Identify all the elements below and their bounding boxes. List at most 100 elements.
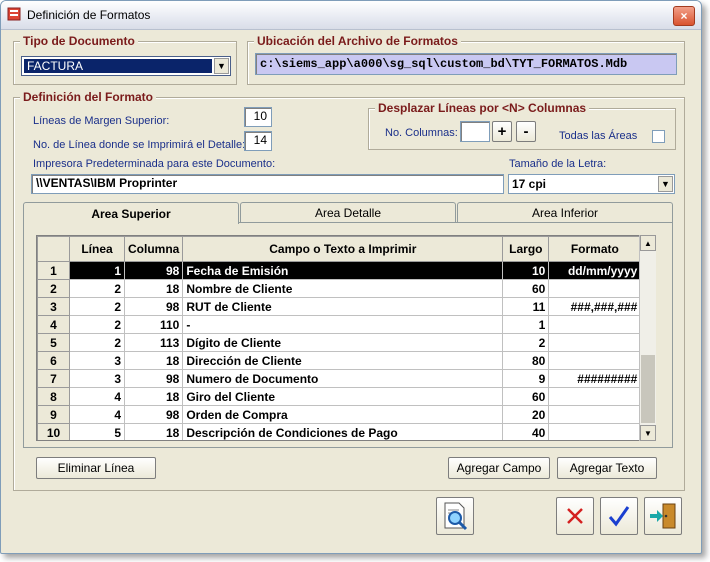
table-row[interactable]: 2 2 18 Nombre de Cliente 60 [37,279,642,298]
cell-campo[interactable]: Dirección de Cliente [182,351,504,370]
cell-linea[interactable]: 1 [69,261,125,280]
header-largo[interactable]: Largo [502,236,550,262]
eliminar-linea-button[interactable]: Eliminar Línea [36,457,156,479]
row-header[interactable]: 8 [37,387,70,406]
cell-formato[interactable] [548,405,642,424]
cell-campo[interactable]: RUT de Cliente [182,297,504,316]
row-header[interactable]: 1 [37,261,70,280]
cell-formato[interactable] [548,315,642,334]
cell-linea[interactable]: 2 [69,297,125,316]
cell-linea[interactable]: 2 [69,279,125,298]
table-row[interactable]: 7 3 98 Numero de Documento 9 ######### [37,369,642,388]
row-header[interactable]: 10 [37,423,70,440]
grid-scrollbar[interactable]: ▲ ▼ [639,235,656,441]
cell-largo[interactable]: 60 [502,279,550,298]
cell-campo[interactable]: Descripción de Condiciones de Pago [182,423,504,440]
cell-largo[interactable]: 9 [502,369,550,388]
minus-button[interactable]: - [516,121,536,142]
cell-columna[interactable]: 98 [123,261,184,280]
cell-columna[interactable]: 113 [123,333,184,352]
cell-columna[interactable]: 18 [123,351,184,370]
cell-formato[interactable]: dd/mm/yyyy [548,261,642,280]
cell-campo[interactable]: Nombre de Cliente [182,279,504,298]
row-header[interactable]: 3 [37,297,70,316]
cell-campo[interactable]: Dígito de Cliente [182,333,504,352]
plus-button[interactable]: + [492,121,512,142]
todas-areas-checkbox[interactable] [652,130,665,143]
preview-button[interactable] [436,497,474,535]
formato-grid[interactable]: Línea Columna Campo o Texto a Imprimir L… [36,235,656,441]
cell-largo[interactable]: 11 [502,297,550,316]
table-row[interactable]: 5 2 113 Dígito de Cliente 2 [37,333,642,352]
scroll-thumb[interactable] [641,355,655,423]
accept-button[interactable] [600,497,638,535]
exit-button[interactable] [644,497,682,535]
columnas-input[interactable] [460,121,490,142]
row-header[interactable]: 7 [37,369,70,388]
cell-largo[interactable]: 80 [502,351,550,370]
row-header[interactable]: 6 [37,351,70,370]
row-header[interactable]: 2 [37,279,70,298]
table-row[interactable]: 3 2 98 RUT de Cliente 11 ###,###,### [37,297,642,316]
cell-largo[interactable]: 60 [502,387,550,406]
cell-campo[interactable]: Orden de Compra [182,405,504,424]
cell-campo[interactable]: Numero de Documento [182,369,504,388]
cell-columna[interactable]: 18 [123,279,184,298]
table-row[interactable]: 8 4 18 Giro del Cliente 60 [37,387,642,406]
table-row[interactable]: 10 5 18 Descripción de Condiciones de Pago 4… [37,423,642,440]
detalle-input[interactable]: 14 [244,131,272,151]
cell-linea[interactable]: 4 [69,387,125,406]
chevron-down-icon[interactable]: ▼ [214,58,229,74]
cell-largo[interactable]: 20 [502,405,550,424]
cell-largo[interactable]: 2 [502,333,550,352]
cell-campo[interactable]: Giro del Cliente [182,387,504,406]
close-button[interactable]: × [673,6,695,26]
cell-linea[interactable]: 2 [69,333,125,352]
chevron-down-icon[interactable]: ▼ [658,176,673,192]
cell-formato[interactable]: ######### [548,369,642,388]
cell-largo[interactable]: 10 [502,261,550,280]
agregar-campo-button[interactable]: Agregar Campo [448,457,550,479]
cancel-button[interactable] [556,497,594,535]
cell-columna[interactable]: 98 [123,405,184,424]
agregar-texto-button[interactable]: Agregar Texto [557,457,657,479]
tab-area-inferior[interactable]: Area Inferior [457,202,673,222]
impresora-input[interactable]: \\VENTAS\IBM Proprinter [31,174,504,194]
row-header[interactable]: 5 [37,333,70,352]
table-row[interactable]: 4 2 110-1 [37,315,642,334]
cell-largo[interactable]: 1 [502,315,550,334]
cell-campo[interactable]: Fecha de Emisión [182,261,504,280]
table-row[interactable]: 6 3 18 Dirección de Cliente 80 [37,351,642,370]
table-row[interactable]: 9 4 98 Orden de Compra 20 [37,405,642,424]
header-campo[interactable]: Campo o Texto a Imprimir [182,236,504,262]
cell-columna[interactable]: 18 [123,423,184,440]
cell-linea[interactable]: 4 [69,405,125,424]
cell-columna[interactable]: 98 [123,297,184,316]
cell-columna[interactable]: 110 [123,315,184,334]
margen-input[interactable]: 10 [244,107,272,127]
ubicacion-path-field[interactable]: c:\siems_app\a000\sg_sql\custom_bd\TYT_F… [255,53,677,75]
tab-area-detalle[interactable]: Area Detalle [240,202,456,222]
row-header[interactable]: 4 [37,315,70,334]
cell-formato[interactable] [548,351,642,370]
tamano-select[interactable]: 17 cpi ▼ [508,174,675,194]
tipo-documento-select[interactable]: FACTURA ▼ [21,56,231,76]
cell-linea[interactable]: 3 [69,351,125,370]
cell-formato[interactable] [548,423,642,440]
cell-largo[interactable]: 40 [502,423,550,440]
cell-linea[interactable]: 2 [69,315,125,334]
cell-campo[interactable]: - [182,315,504,334]
cell-linea[interactable]: 5 [69,423,125,440]
header-columna[interactable]: Columna [123,236,184,262]
cell-columna[interactable]: 18 [123,387,184,406]
header-linea[interactable]: Línea [69,236,125,262]
cell-formato[interactable] [548,279,642,298]
scroll-down-icon[interactable]: ▼ [640,425,656,441]
header-formato[interactable]: Formato [548,236,642,262]
cell-linea[interactable]: 3 [69,369,125,388]
cell-columna[interactable]: 98 [123,369,184,388]
table-row[interactable]: 1 1 98 Fecha de Emisión 10 dd/mm/yyyy [37,261,642,280]
cell-formato[interactable]: ###,###,### [548,297,642,316]
title-bar[interactable]: Definición de Formatos × [1,1,701,30]
cell-formato[interactable] [548,333,642,352]
